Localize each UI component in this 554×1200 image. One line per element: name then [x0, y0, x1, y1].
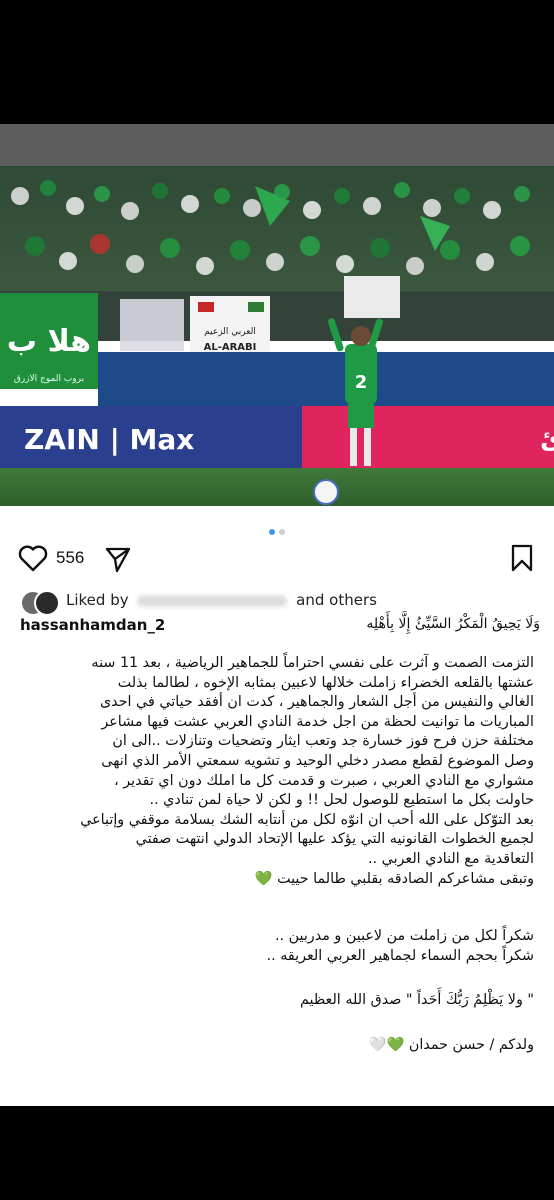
post-photo[interactable]: هلا ب بروب الموج الازرق العربي الزعيم AL…	[0, 166, 554, 506]
avatar	[34, 590, 60, 616]
caption-line: وصل الموضوع لقطع مصدر دخلي الوحيد و تشوي…	[101, 752, 534, 769]
share-icon[interactable]	[104, 545, 132, 573]
caption-line-heart: وتبقى مشاعركم الصادقه بقلبي طالما حييت 💚	[254, 870, 534, 887]
green-heart-icon: 💚	[386, 1036, 405, 1053]
banner-left-sub: بروب الموج الازرق	[14, 374, 84, 384]
caption-signature: ولدكم / حسن حمدان	[408, 1036, 534, 1053]
caption-line: مشواري مع النادي العربي ، صبرت و قدمت كل…	[114, 772, 534, 789]
caption-line: الغالي والنفيس من أجل الشعار والجماهير ،…	[99, 694, 534, 711]
action-bar: 556	[0, 538, 554, 578]
obscured-username	[137, 594, 288, 607]
ad-board-pink	[302, 406, 554, 468]
bottom-black-band	[0, 1106, 554, 1200]
heart-icon[interactable]	[18, 544, 48, 572]
caption-line: بعد التوّكل على الله أحب ان انوّه لكل من…	[80, 811, 534, 828]
white-heart-icon: 🤍	[368, 1036, 387, 1053]
bookmark-icon[interactable]	[510, 544, 534, 572]
carousel-dot	[279, 529, 285, 535]
caption-signature-line: ولدكم / حسن حمدان 💚🤍	[20, 1036, 534, 1056]
caption-line: مختلفة حزن فرح فوز خسارة جد وتعب ايثار و…	[112, 733, 534, 750]
liked-by-suffix: and others	[296, 591, 377, 609]
status-area-band	[0, 124, 554, 166]
caption-line: التعاقدية مع النادي العربي ..	[368, 850, 534, 867]
caption-quote: " ولا يَظْلِمُ رَبُّكَ أَحَداً " صدق الل…	[300, 992, 534, 1009]
ad-board-zain-text: ZAIN | Max	[24, 423, 194, 456]
player-number: 2	[355, 372, 368, 393]
likes-count[interactable]: 556	[56, 548, 84, 568]
banner-middle-sub: AL-ARABI	[204, 342, 257, 353]
carousel-dots	[0, 520, 554, 539]
caption-line: عشتها بالقلعه الخضراء زاملت خلالها لاعبي…	[117, 674, 534, 691]
carousel-dot-active	[269, 529, 275, 535]
post-username[interactable]: hassanhamdan_2	[20, 616, 165, 634]
ad-board-pink-text: رفيه لكل العائ	[540, 425, 554, 455]
green-heart-icon: 💚	[254, 870, 273, 887]
instagram-post: هلا ب بروب الموج الازرق العربي الزعيم AL…	[0, 166, 554, 1106]
caption-thanks-line: شكراً بحجم السماء لجماهير العربي العريقه…	[266, 947, 534, 964]
banner-middle-text: العربي الزعيم	[204, 327, 256, 337]
liker-avatars	[20, 590, 64, 616]
liked-by-row[interactable]: Liked by and others	[20, 586, 540, 616]
caption-line: المباريات ما توانيت لحظة من اجل خدمة الن…	[101, 713, 534, 730]
liked-by-prefix: Liked by	[66, 591, 129, 609]
caption-line: التزمت الصمت و آثرت على نفسي احتراماً لل…	[91, 655, 534, 671]
stadium-photo: هلا ب بروب الموج الازرق العربي الزعيم AL…	[0, 166, 554, 506]
caption-line: لجميع الخطوات القانونيه التي يؤكد عليها …	[135, 831, 534, 848]
liked-by-text: Liked by and others	[66, 591, 377, 609]
banner-left-text: هلا ب	[7, 324, 91, 359]
caption-verse: وَلَا يَحِيقُ الْمَكْرُ السَّيِّئُ إِلَّ…	[366, 616, 540, 632]
caption-header: hassanhamdan_2 وَلَا يَحِيقُ الْمَكْرُ ا…	[20, 614, 540, 642]
football	[313, 479, 339, 505]
caption-line: حاولت بكل ما استطيع للوصول لحل !! و لكن …	[149, 792, 534, 809]
caption-body: التزمت الصمت و آثرت على نفسي احتراماً لل…	[20, 654, 534, 1056]
caption-thanks-line: شكراً لكل من زاملت من لاعبين و مدربين ..	[275, 928, 534, 945]
